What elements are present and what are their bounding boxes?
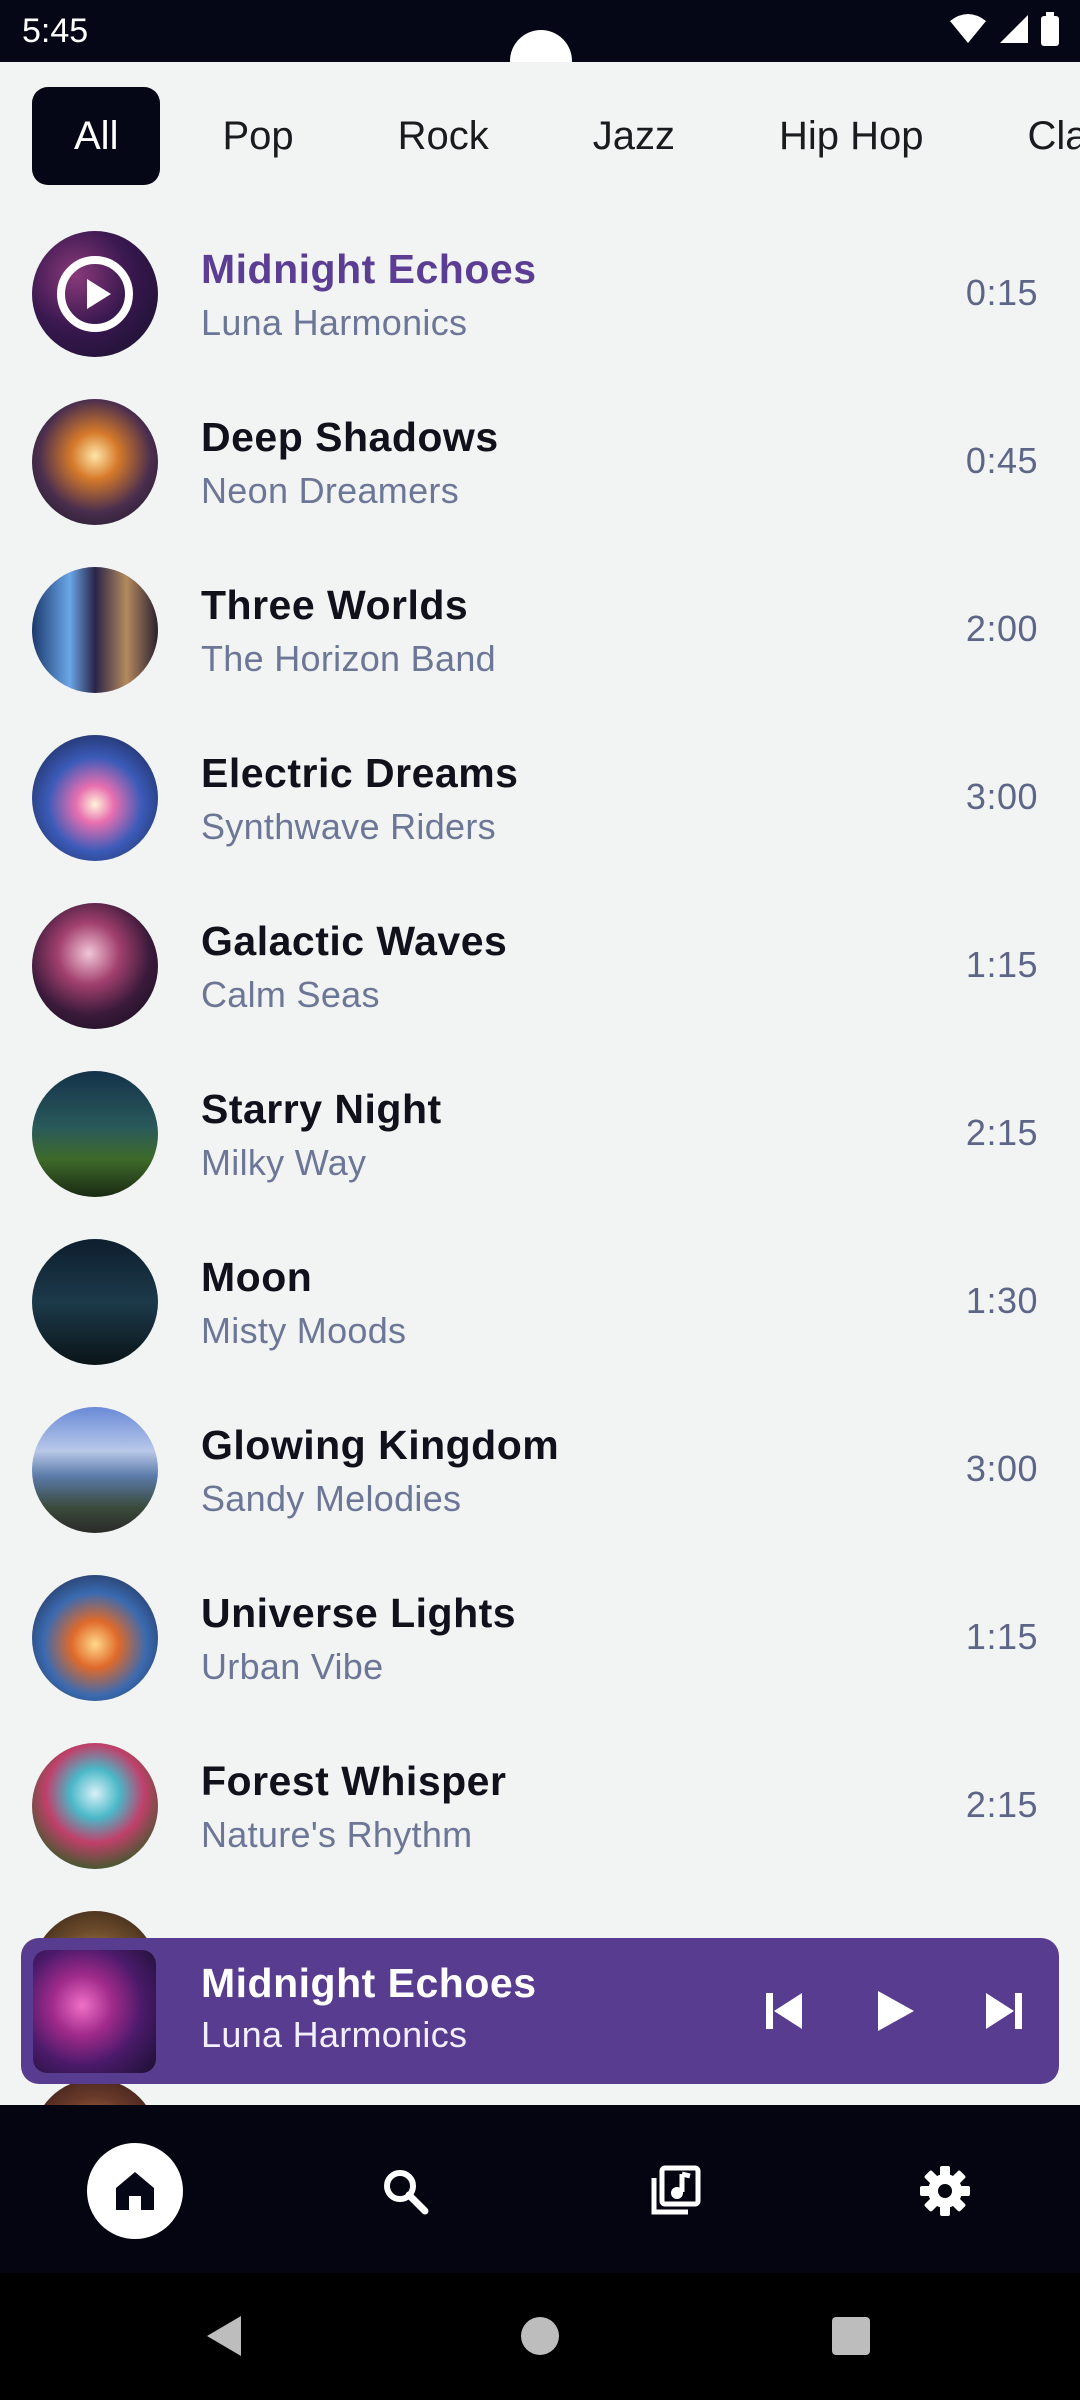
album-art <box>32 399 158 525</box>
skip-next-icon <box>986 1993 1022 2029</box>
song-title: Moon <box>201 1254 313 1300</box>
song-artist: Neon Dreamers <box>201 470 459 511</box>
album-art <box>32 1239 158 1365</box>
chip-all[interactable]: All <box>32 87 161 185</box>
mini-player-album-art <box>33 1950 156 2073</box>
song-artist: Urban Vibe <box>201 1646 384 1687</box>
song-duration: 1:15 <box>965 1616 1038 1657</box>
song-title: Starry Night <box>201 1086 442 1132</box>
song-title: Universe Lights <box>201 1590 517 1636</box>
play-button[interactable] <box>839 1956 949 2066</box>
song-row[interactable]: Deep Shadows Neon Dreamers 0:45 <box>0 380 1080 548</box>
song-row[interactable]: Galactic Waves Calm Seas 1:15 <box>0 884 1080 1052</box>
song-duration: 0:15 <box>965 272 1038 313</box>
song-artist: Calm Seas <box>201 974 380 1015</box>
album-art <box>32 735 158 861</box>
chip-hip-hop[interactable]: Hip Hop <box>737 87 966 185</box>
song-title: Deep Shadows <box>201 414 499 460</box>
song-artist: Luna Harmonics <box>201 302 468 343</box>
play-circle-icon <box>57 256 133 332</box>
search-icon <box>384 2170 429 2215</box>
nav-search[interactable] <box>357 2143 453 2239</box>
song-artist: Milky Way <box>201 1142 367 1183</box>
song-row[interactable]: Three Worlds The Horizon Band 2:00 <box>0 548 1080 716</box>
song-row[interactable]: Glowing Kingdom Sandy Melodies 3:00 <box>0 1388 1080 1556</box>
recents-icon[interactable] <box>831 2316 871 2356</box>
chip-jazz[interactable]: Jazz <box>551 87 717 185</box>
song-row[interactable]: Midnight Echoes Luna Harmonics 0:15 <box>0 212 1080 380</box>
song-duration: 2:00 <box>965 608 1038 649</box>
song-row[interactable]: Electric Dreams Synthwave Riders 3:00 <box>0 716 1080 884</box>
song-artist: Misty Moods <box>201 1310 407 1351</box>
status-time: 5:45 <box>22 12 89 50</box>
chip-classic[interactable]: Classic <box>986 87 1080 185</box>
song-duration: 2:15 <box>965 1784 1038 1825</box>
nav-settings[interactable] <box>897 2143 993 2239</box>
song-artist: The Horizon Band <box>201 638 496 679</box>
battery-icon <box>1041 12 1059 46</box>
song-title: Glowing Kingdom <box>201 1422 560 1468</box>
song-list: Midnight Echoes Luna Harmonics 0:15 Deep… <box>0 212 1080 2107</box>
album-art <box>32 1071 158 1197</box>
album-art <box>32 1575 158 1701</box>
song-row[interactable]: Universe Lights Urban Vibe 1:15 <box>0 1556 1080 1724</box>
skip-previous-icon <box>766 1993 802 2029</box>
nav-home[interactable] <box>87 2143 183 2239</box>
skip-next-button[interactable] <box>949 1956 1059 2066</box>
chip-rock[interactable]: Rock <box>356 87 531 185</box>
song-artist: Nature's Rhythm <box>201 1814 473 1855</box>
bottom-navigation <box>0 2105 1080 2273</box>
song-artist: Synthwave Riders <box>201 806 496 847</box>
chip-pop[interactable]: Pop <box>180 87 335 185</box>
song-duration: 0:45 <box>965 440 1038 481</box>
song-title: Galactic Waves <box>201 918 508 964</box>
song-duration: 2:15 <box>965 1112 1038 1153</box>
song-duration: 1:30 <box>965 1280 1038 1321</box>
play-icon <box>878 1991 914 2031</box>
song-title: Forest Whisper <box>201 1758 507 1804</box>
song-duration: 1:15 <box>965 944 1038 985</box>
song-title: Midnight Echoes <box>201 246 537 292</box>
song-duration: 3:00 <box>965 1448 1038 1489</box>
status-icons <box>948 12 1060 46</box>
song-duration: 3:00 <box>965 776 1038 817</box>
library-music-icon <box>651 2165 701 2215</box>
back-icon[interactable] <box>205 2314 245 2358</box>
system-navigation-bar <box>0 2273 1080 2400</box>
song-title: Electric Dreams <box>201 750 519 796</box>
home-icon <box>116 2172 154 2210</box>
skip-previous-button[interactable] <box>729 1956 839 2066</box>
song-title: Three Worlds <box>201 582 469 628</box>
mini-player[interactable]: Midnight Echoes Luna Harmonics <box>21 1938 1059 2084</box>
album-art <box>32 567 158 693</box>
mini-player-title: Midnight Echoes <box>201 1960 537 2006</box>
genre-chip-bar: All Pop Rock Jazz Hip Hop Classic <box>0 62 1080 212</box>
song-row[interactable]: Moon Misty Moods 1:30 <box>0 1220 1080 1388</box>
song-row[interactable]: Starry Night Milky Way 2:15 <box>0 1052 1080 1220</box>
settings-icon <box>920 2166 970 2216</box>
nav-library[interactable] <box>627 2143 723 2239</box>
album-art <box>32 1407 158 1533</box>
home-button-icon[interactable] <box>520 2316 560 2356</box>
wifi-icon <box>950 14 986 43</box>
mini-player-artist: Luna Harmonics <box>201 2014 468 2055</box>
cellular-signal-icon <box>1000 15 1028 43</box>
song-artist: Sandy Melodies <box>201 1478 462 1519</box>
album-art <box>32 1743 158 1869</box>
song-row[interactable]: Forest Whisper Nature's Rhythm 2:15 <box>0 1724 1080 1892</box>
album-art <box>32 231 158 357</box>
album-art <box>32 903 158 1029</box>
